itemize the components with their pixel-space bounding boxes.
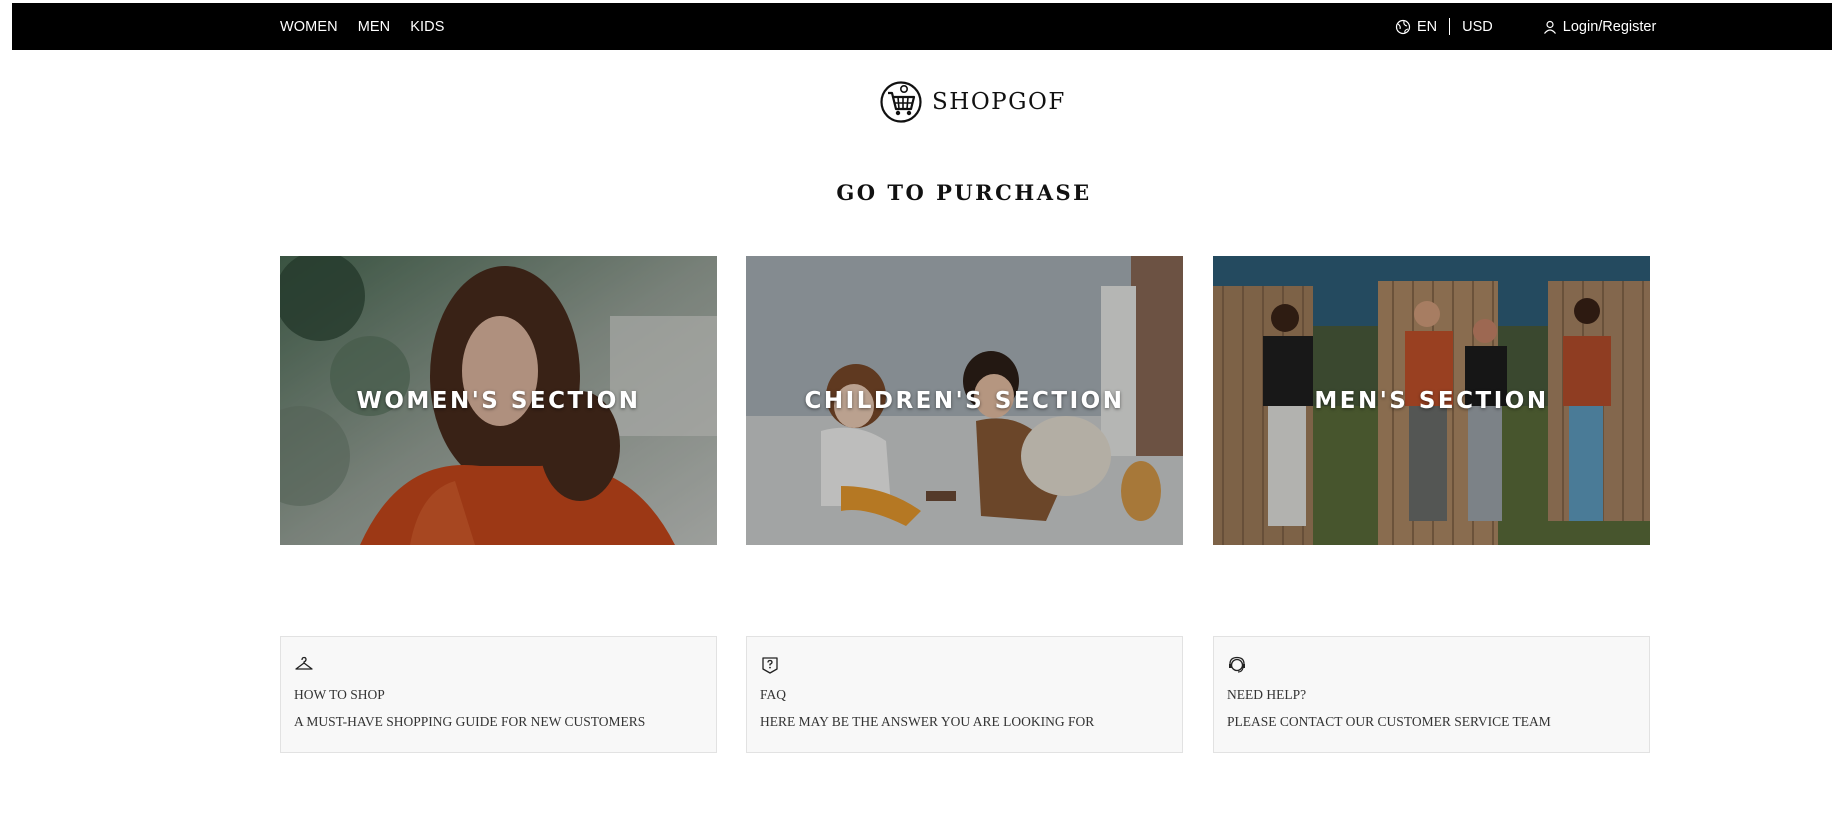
faq-box[interactable]: FAQ HERE MAY BE THE ANSWER YOU ARE LOOKI… xyxy=(746,636,1183,753)
language-selector[interactable]: EN xyxy=(1395,19,1437,35)
page-heading: GO TO PURCHASE xyxy=(836,180,1092,205)
login-label: Login/Register xyxy=(1562,18,1657,35)
nav-men-link[interactable]: MEN xyxy=(358,19,391,35)
children-section-card[interactable]: CHILDREN'S SECTION xyxy=(746,256,1183,545)
currency-selector[interactable]: USD xyxy=(1462,19,1493,35)
women-section-card[interactable]: WOMEN'S SECTION xyxy=(280,256,717,545)
top-nav: WOMEN MEN KIDS xyxy=(280,3,444,50)
men-section-card[interactable]: MEN'S SECTION xyxy=(1213,256,1650,545)
children-section-label: CHILDREN'S SECTION xyxy=(804,387,1125,414)
need-help-box[interactable]: NEED HELP? PLEASE CONTACT OUR CUSTOMER S… xyxy=(1213,636,1650,753)
shopping-cart-logo-icon xyxy=(880,81,922,123)
need-help-title: NEED HELP? xyxy=(1227,687,1307,702)
women-section-label: WOMEN'S SECTION xyxy=(356,387,641,414)
nav-kids-link[interactable]: KIDS xyxy=(410,19,444,35)
top-right-controls: EN USD Login/Register xyxy=(1395,3,1656,50)
headset-icon xyxy=(1229,656,1245,673)
faq-text: HERE MAY BE THE ANSWER YOU ARE LOOKING F… xyxy=(760,714,1095,729)
hanger-icon xyxy=(295,656,313,670)
how-to-shop-box[interactable]: HOW TO SHOP A MUST-HAVE SHOPPING GUIDE F… xyxy=(280,636,717,753)
nav-women-link[interactable]: WOMEN xyxy=(280,19,338,35)
how-to-shop-text: A MUST-HAVE SHOPPING GUIDE FOR NEW CUSTO… xyxy=(294,714,646,729)
question-icon xyxy=(762,657,778,674)
language-label: EN xyxy=(1417,18,1438,35)
how-to-shop-title: HOW TO SHOP xyxy=(294,687,385,702)
user-icon xyxy=(1543,20,1556,34)
login-register-link[interactable]: Login/Register xyxy=(1543,18,1657,35)
logo-text: SHOPGOF xyxy=(932,89,1066,115)
globe-icon xyxy=(1395,19,1411,34)
men-section-label: MEN'S SECTION xyxy=(1314,387,1549,414)
site-logo[interactable]: SHOPGOF xyxy=(880,80,1066,124)
top-bar: WOMEN MEN KIDS EN USD Login/Register xyxy=(12,3,1832,50)
faq-title: FAQ xyxy=(760,687,787,702)
need-help-text: PLEASE CONTACT OUR CUSTOMER SERVICE TEAM xyxy=(1227,714,1551,729)
divider xyxy=(1449,18,1451,35)
